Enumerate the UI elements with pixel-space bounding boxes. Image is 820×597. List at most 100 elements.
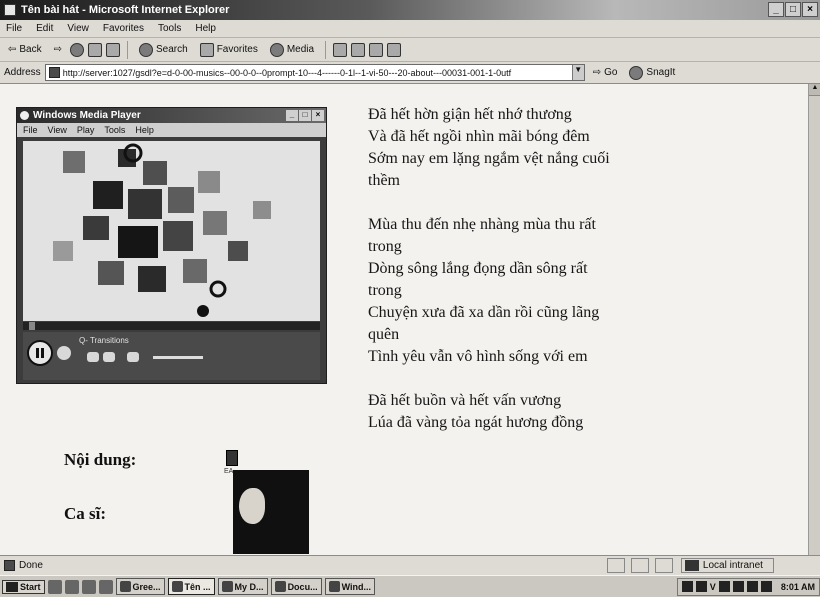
menu-file[interactable]: File: [6, 23, 22, 34]
stop-button[interactable]: [57, 346, 71, 360]
task-label: Wind...: [341, 581, 371, 592]
tray-app-icon[interactable]: [760, 581, 772, 592]
security-zone: Local intranet: [680, 558, 774, 573]
next-button[interactable]: [103, 352, 115, 362]
lyric-line: thềm: [368, 172, 400, 189]
media-icon: [269, 42, 284, 57]
print-icon[interactable]: [369, 42, 384, 57]
player-maximize-button[interactable]: □: [299, 110, 311, 121]
task-button-ie[interactable]: Tên ...: [167, 578, 215, 595]
window-titlebar: Tên bài hát - Microsoft Internet Explore…: [0, 0, 820, 20]
player-titlebar: Windows Media Player _ □ ×: [17, 108, 326, 123]
edit-icon[interactable]: [387, 42, 402, 57]
start-button[interactable]: Start: [2, 579, 45, 594]
task-button-document[interactable]: Docu...: [270, 578, 322, 595]
ie-icon: [171, 581, 183, 592]
home-icon[interactable]: [106, 42, 121, 57]
toolbar-divider: [127, 40, 129, 59]
back-label: Back: [19, 44, 42, 55]
search-button[interactable]: Search: [135, 42, 192, 58]
visualization-graphic: [23, 141, 320, 321]
snagit-label: SnagIt: [646, 67, 676, 78]
quicklaunch-explorer-icon[interactable]: [64, 579, 79, 594]
address-url: http://server:1027/gsdl?e=d-0-00-musics-…: [62, 67, 512, 78]
favorites-icon: [199, 42, 214, 57]
address-dropdown-icon[interactable]: ▼: [571, 65, 584, 80]
player-minimize-button[interactable]: _: [286, 110, 298, 121]
audio-file-icon[interactable]: [226, 450, 238, 466]
snagit-button[interactable]: SnagIt: [625, 65, 679, 81]
stop-icon[interactable]: [70, 42, 85, 57]
favorites-label: Favorites: [216, 44, 258, 55]
vertical-scrollbar[interactable]: ▲: [808, 84, 820, 555]
media-button[interactable]: Media: [266, 42, 318, 58]
task-button-mydocs[interactable]: My D...: [217, 578, 268, 595]
task-label: Docu...: [287, 581, 318, 592]
media-player: Windows Media Player _ □ × File View Pla…: [16, 107, 327, 384]
address-input[interactable]: http://server:1027/gsdl?e=d-0-00-musics-…: [44, 64, 585, 81]
seek-knob[interactable]: [29, 322, 35, 330]
player-menu-tools[interactable]: Tools: [104, 125, 125, 135]
history-icon[interactable]: [333, 42, 348, 57]
player-menu-help[interactable]: Help: [135, 125, 154, 135]
quicklaunch-media-icon[interactable]: [98, 579, 113, 594]
lyric-line: Chuyện xưa đã xa dần rồi cũng lãng: [368, 304, 600, 321]
lyrics: Đã hết hờn giận hết nhớ thương Và đã hết…: [368, 104, 708, 434]
maximize-button[interactable]: □: [785, 2, 801, 17]
task-button-green[interactable]: Gree...: [115, 578, 165, 595]
refresh-icon[interactable]: [88, 42, 103, 57]
menu-view[interactable]: View: [67, 23, 89, 34]
task-button-wmp[interactable]: Wind...: [324, 578, 375, 595]
menu-help[interactable]: Help: [195, 23, 216, 34]
player-menu-file[interactable]: File: [23, 125, 38, 135]
player-menu-view[interactable]: View: [48, 125, 67, 135]
scroll-up-icon[interactable]: ▲: [809, 84, 820, 96]
previous-button[interactable]: [87, 352, 99, 362]
pause-button[interactable]: [27, 340, 53, 366]
volume-icon[interactable]: [681, 581, 693, 592]
task-label: Tên ...: [184, 581, 211, 592]
lyric-line: quên: [368, 326, 400, 343]
tray-app-icon[interactable]: [732, 581, 744, 592]
minimize-button[interactable]: _: [768, 2, 784, 17]
tray-vietkey[interactable]: V: [710, 582, 716, 592]
player-title: Windows Media Player: [33, 110, 141, 121]
task-label: Gree...: [132, 581, 161, 592]
favorites-button[interactable]: Favorites: [196, 42, 262, 58]
tray-app-icon[interactable]: [718, 581, 730, 592]
menu-edit[interactable]: Edit: [36, 23, 53, 34]
windows-logo-icon: [6, 581, 18, 592]
address-bar: Address http://server:1027/gsdl?e=d-0-00…: [0, 62, 820, 84]
network-icon[interactable]: [695, 581, 707, 592]
close-button[interactable]: ×: [802, 2, 818, 17]
page-done-icon: [4, 560, 15, 571]
folder-icon: [221, 581, 233, 592]
tray-app-icon[interactable]: [746, 581, 758, 592]
quicklaunch-outlook-icon[interactable]: [81, 579, 96, 594]
lyric-line: Dòng sông lắng đọng dần sông rất: [368, 260, 588, 277]
task-label: My D...: [234, 581, 264, 592]
singer-face: [239, 488, 265, 524]
zone-label: Local intranet: [702, 560, 763, 571]
volume-slider[interactable]: [153, 356, 203, 359]
player-close-button[interactable]: ×: [312, 110, 324, 121]
mail-icon[interactable]: [351, 42, 366, 57]
quicklaunch-desktop-icon[interactable]: [47, 579, 62, 594]
standard-toolbar: ⇦ Back ⇨ Search Favorites Media: [0, 38, 820, 62]
go-label: Go: [604, 67, 618, 78]
back-arrow-icon: ⇦: [8, 44, 17, 55]
menu-favorites[interactable]: Favorites: [103, 23, 144, 34]
lyric-line: Đã hết hờn giận hết nhớ thương: [368, 106, 572, 123]
mute-button[interactable]: [127, 352, 139, 362]
visualization-area: [23, 141, 320, 321]
forward-button[interactable]: ⇨: [50, 43, 66, 56]
player-menu-play[interactable]: Play: [77, 125, 95, 135]
media-player-icon: [328, 581, 340, 592]
window-title: Tên bài hát - Microsoft Internet Explore…: [21, 4, 230, 16]
seek-bar[interactable]: [23, 322, 320, 330]
back-button[interactable]: ⇦ Back: [4, 43, 46, 56]
go-button[interactable]: ⇨ Go: [589, 66, 622, 79]
status-text: Done: [19, 560, 43, 571]
clock: 8:01 AM: [780, 581, 815, 592]
menu-tools[interactable]: Tools: [158, 23, 181, 34]
